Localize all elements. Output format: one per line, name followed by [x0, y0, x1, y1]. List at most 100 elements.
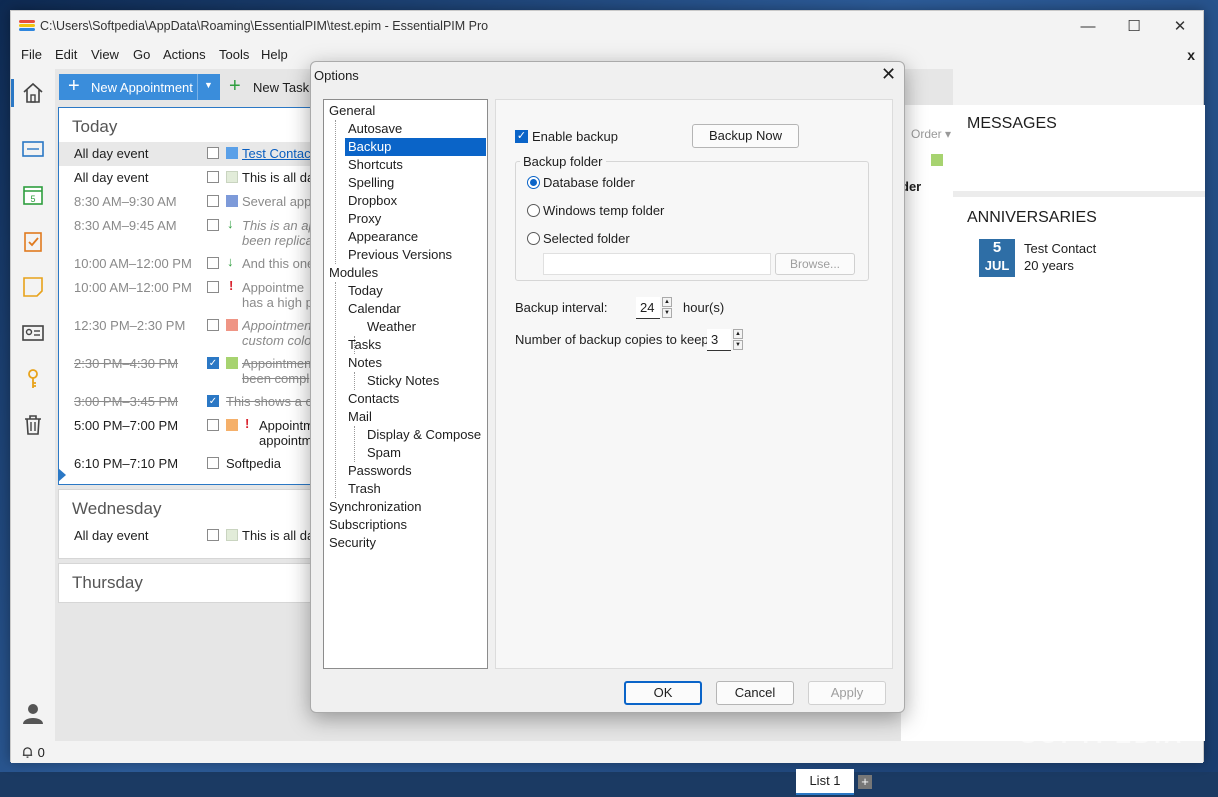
tree-weather[interactable]: Weather	[364, 318, 419, 336]
tree-previous-versions[interactable]: Previous Versions	[345, 246, 455, 264]
trash-icon[interactable]	[21, 413, 45, 437]
menu-tools[interactable]: Tools	[219, 47, 249, 62]
database-folder-radio[interactable]	[527, 176, 540, 189]
tree-passwords[interactable]: Passwords	[345, 462, 415, 480]
spinner-arrows[interactable]: ▲ ▼	[662, 297, 672, 319]
event-checkbox[interactable]	[207, 319, 219, 331]
menu-actions[interactable]: Actions	[163, 47, 206, 62]
notifications-bell-icon[interactable]: 0	[21, 745, 45, 760]
enable-backup-checkbox[interactable]: ✓	[515, 130, 528, 143]
spin-down-icon[interactable]: ▼	[733, 340, 743, 350]
spin-up-icon[interactable]: ▲	[733, 329, 743, 339]
backup-folder-label: Backup folder	[520, 154, 606, 169]
event-checkbox[interactable]	[207, 195, 219, 207]
tree-sticky-notes[interactable]: Sticky Notes	[364, 372, 442, 390]
tree-display-compose[interactable]: Display & Compose	[364, 426, 484, 444]
close-button[interactable]: ✕	[1157, 13, 1203, 41]
menu-edit[interactable]: Edit	[55, 47, 77, 62]
tasks-icon[interactable]	[21, 229, 45, 253]
dialog-close-button[interactable]: ✕	[881, 64, 896, 85]
new-task-label: New Task	[253, 80, 310, 95]
apply-button[interactable]: Apply	[808, 681, 886, 705]
tree-appearance[interactable]: Appearance	[345, 228, 421, 246]
wednesday-heading: Wednesday	[72, 499, 162, 518]
cancel-button[interactable]: Cancel	[716, 681, 794, 705]
menu-go[interactable]: Go	[133, 47, 150, 62]
event-checkbox[interactable]	[207, 457, 219, 469]
event-checkbox[interactable]	[207, 529, 219, 541]
event-checkbox[interactable]	[207, 419, 219, 431]
dialog-title: Options	[314, 68, 359, 83]
tab-list-1[interactable]: List 1	[796, 769, 854, 795]
menu-help[interactable]: Help	[261, 47, 288, 62]
windows-temp-folder-label: Windows temp folder	[543, 203, 665, 218]
browse-button[interactable]: Browse...	[775, 253, 855, 275]
tree-today[interactable]: Today	[345, 282, 386, 300]
tree-spam[interactable]: Spam	[364, 444, 404, 462]
contacts-icon[interactable]	[21, 321, 45, 345]
tree-modules[interactable]: Modules	[326, 264, 381, 282]
event-checkbox-checked[interactable]: ✓	[207, 395, 219, 407]
tree-subscriptions[interactable]: Subscriptions	[326, 516, 410, 534]
windows-temp-folder-radio[interactable]	[527, 204, 540, 217]
add-tab-button[interactable]: +	[858, 775, 872, 789]
tree-tasks[interactable]: Tasks	[345, 336, 384, 354]
maximize-button[interactable]: ☐	[1111, 13, 1157, 41]
tree-contacts[interactable]: Contacts	[345, 390, 402, 408]
tree-security[interactable]: Security	[326, 534, 379, 552]
tree-backup[interactable]: Backup	[345, 138, 486, 156]
tree-calendar[interactable]: Calendar	[345, 300, 404, 318]
tree-spelling[interactable]: Spelling	[345, 174, 397, 192]
tree-dropbox[interactable]: Dropbox	[345, 192, 400, 210]
selected-folder-path-input[interactable]	[543, 253, 771, 275]
spinner-arrows[interactable]: ▲ ▼	[733, 329, 743, 351]
order-dropdown[interactable]: Order ▾	[911, 127, 951, 141]
event-checkbox[interactable]	[207, 257, 219, 269]
menu-close-button[interactable]: x	[1187, 47, 1195, 63]
menu-view[interactable]: View	[91, 47, 119, 62]
tree-connector	[354, 426, 355, 462]
chevron-down-icon[interactable]: ▼	[204, 80, 213, 90]
spin-up-icon[interactable]: ▲	[662, 297, 672, 307]
tree-synchronization[interactable]: Synchronization	[326, 498, 425, 516]
messages-heading: MESSAGES	[967, 115, 1057, 132]
tree-autosave[interactable]: Autosave	[345, 120, 405, 138]
minimize-button[interactable]: —	[1065, 13, 1111, 41]
tree-notes[interactable]: Notes	[345, 354, 385, 372]
event-color-swatch	[226, 147, 238, 159]
user-avatar-icon[interactable]	[21, 701, 45, 725]
tree-shortcuts[interactable]: Shortcuts	[345, 156, 406, 174]
event-time: 2:30 PM–4:30 PM	[74, 356, 179, 371]
notes-module-icon[interactable]	[21, 137, 45, 161]
event-time: All day event	[74, 170, 149, 185]
backup-interval-spinner[interactable]: 24 ▲ ▼	[636, 297, 672, 319]
tree-general[interactable]: General	[326, 102, 378, 120]
event-checkbox[interactable]	[207, 219, 219, 231]
home-icon[interactable]	[21, 81, 45, 105]
tree-proxy[interactable]: Proxy	[345, 210, 384, 228]
tree-mail[interactable]: Mail	[345, 408, 375, 426]
passwords-key-icon[interactable]	[21, 367, 45, 391]
ok-button[interactable]: OK	[624, 681, 702, 705]
selected-folder-radio[interactable]	[527, 232, 540, 245]
task-color-swatch	[931, 154, 943, 166]
tree-trash[interactable]: Trash	[345, 480, 384, 498]
backup-now-button[interactable]: Backup Now	[692, 124, 799, 148]
new-appointment-button[interactable]: + New Appointment ▼	[59, 74, 220, 100]
sticky-notes-icon[interactable]	[21, 275, 45, 299]
calendar-icon[interactable]: 5	[21, 183, 45, 207]
backup-copies-spinner[interactable]: 3 ▲ ▼	[707, 329, 743, 351]
hours-unit-label: hour(s)	[683, 300, 725, 315]
event-color-swatch	[226, 529, 238, 541]
anniversary-contact-name[interactable]: Test Contact	[1024, 241, 1096, 256]
event-checkbox[interactable]	[207, 147, 219, 159]
anniversary-day: 5	[992, 239, 1002, 256]
event-checkbox[interactable]	[207, 281, 219, 293]
low-priority-arrow-icon: ↓	[227, 254, 234, 269]
menu-file[interactable]: File	[21, 47, 42, 62]
event-checkbox-checked[interactable]: ✓	[207, 357, 219, 369]
spin-down-icon[interactable]: ▼	[662, 308, 672, 318]
backup-settings-pane: ✓ Enable backup Backup Now Backup folder…	[495, 99, 893, 669]
event-checkbox[interactable]	[207, 171, 219, 183]
event-time: 8:30 AM–9:45 AM	[74, 218, 177, 233]
